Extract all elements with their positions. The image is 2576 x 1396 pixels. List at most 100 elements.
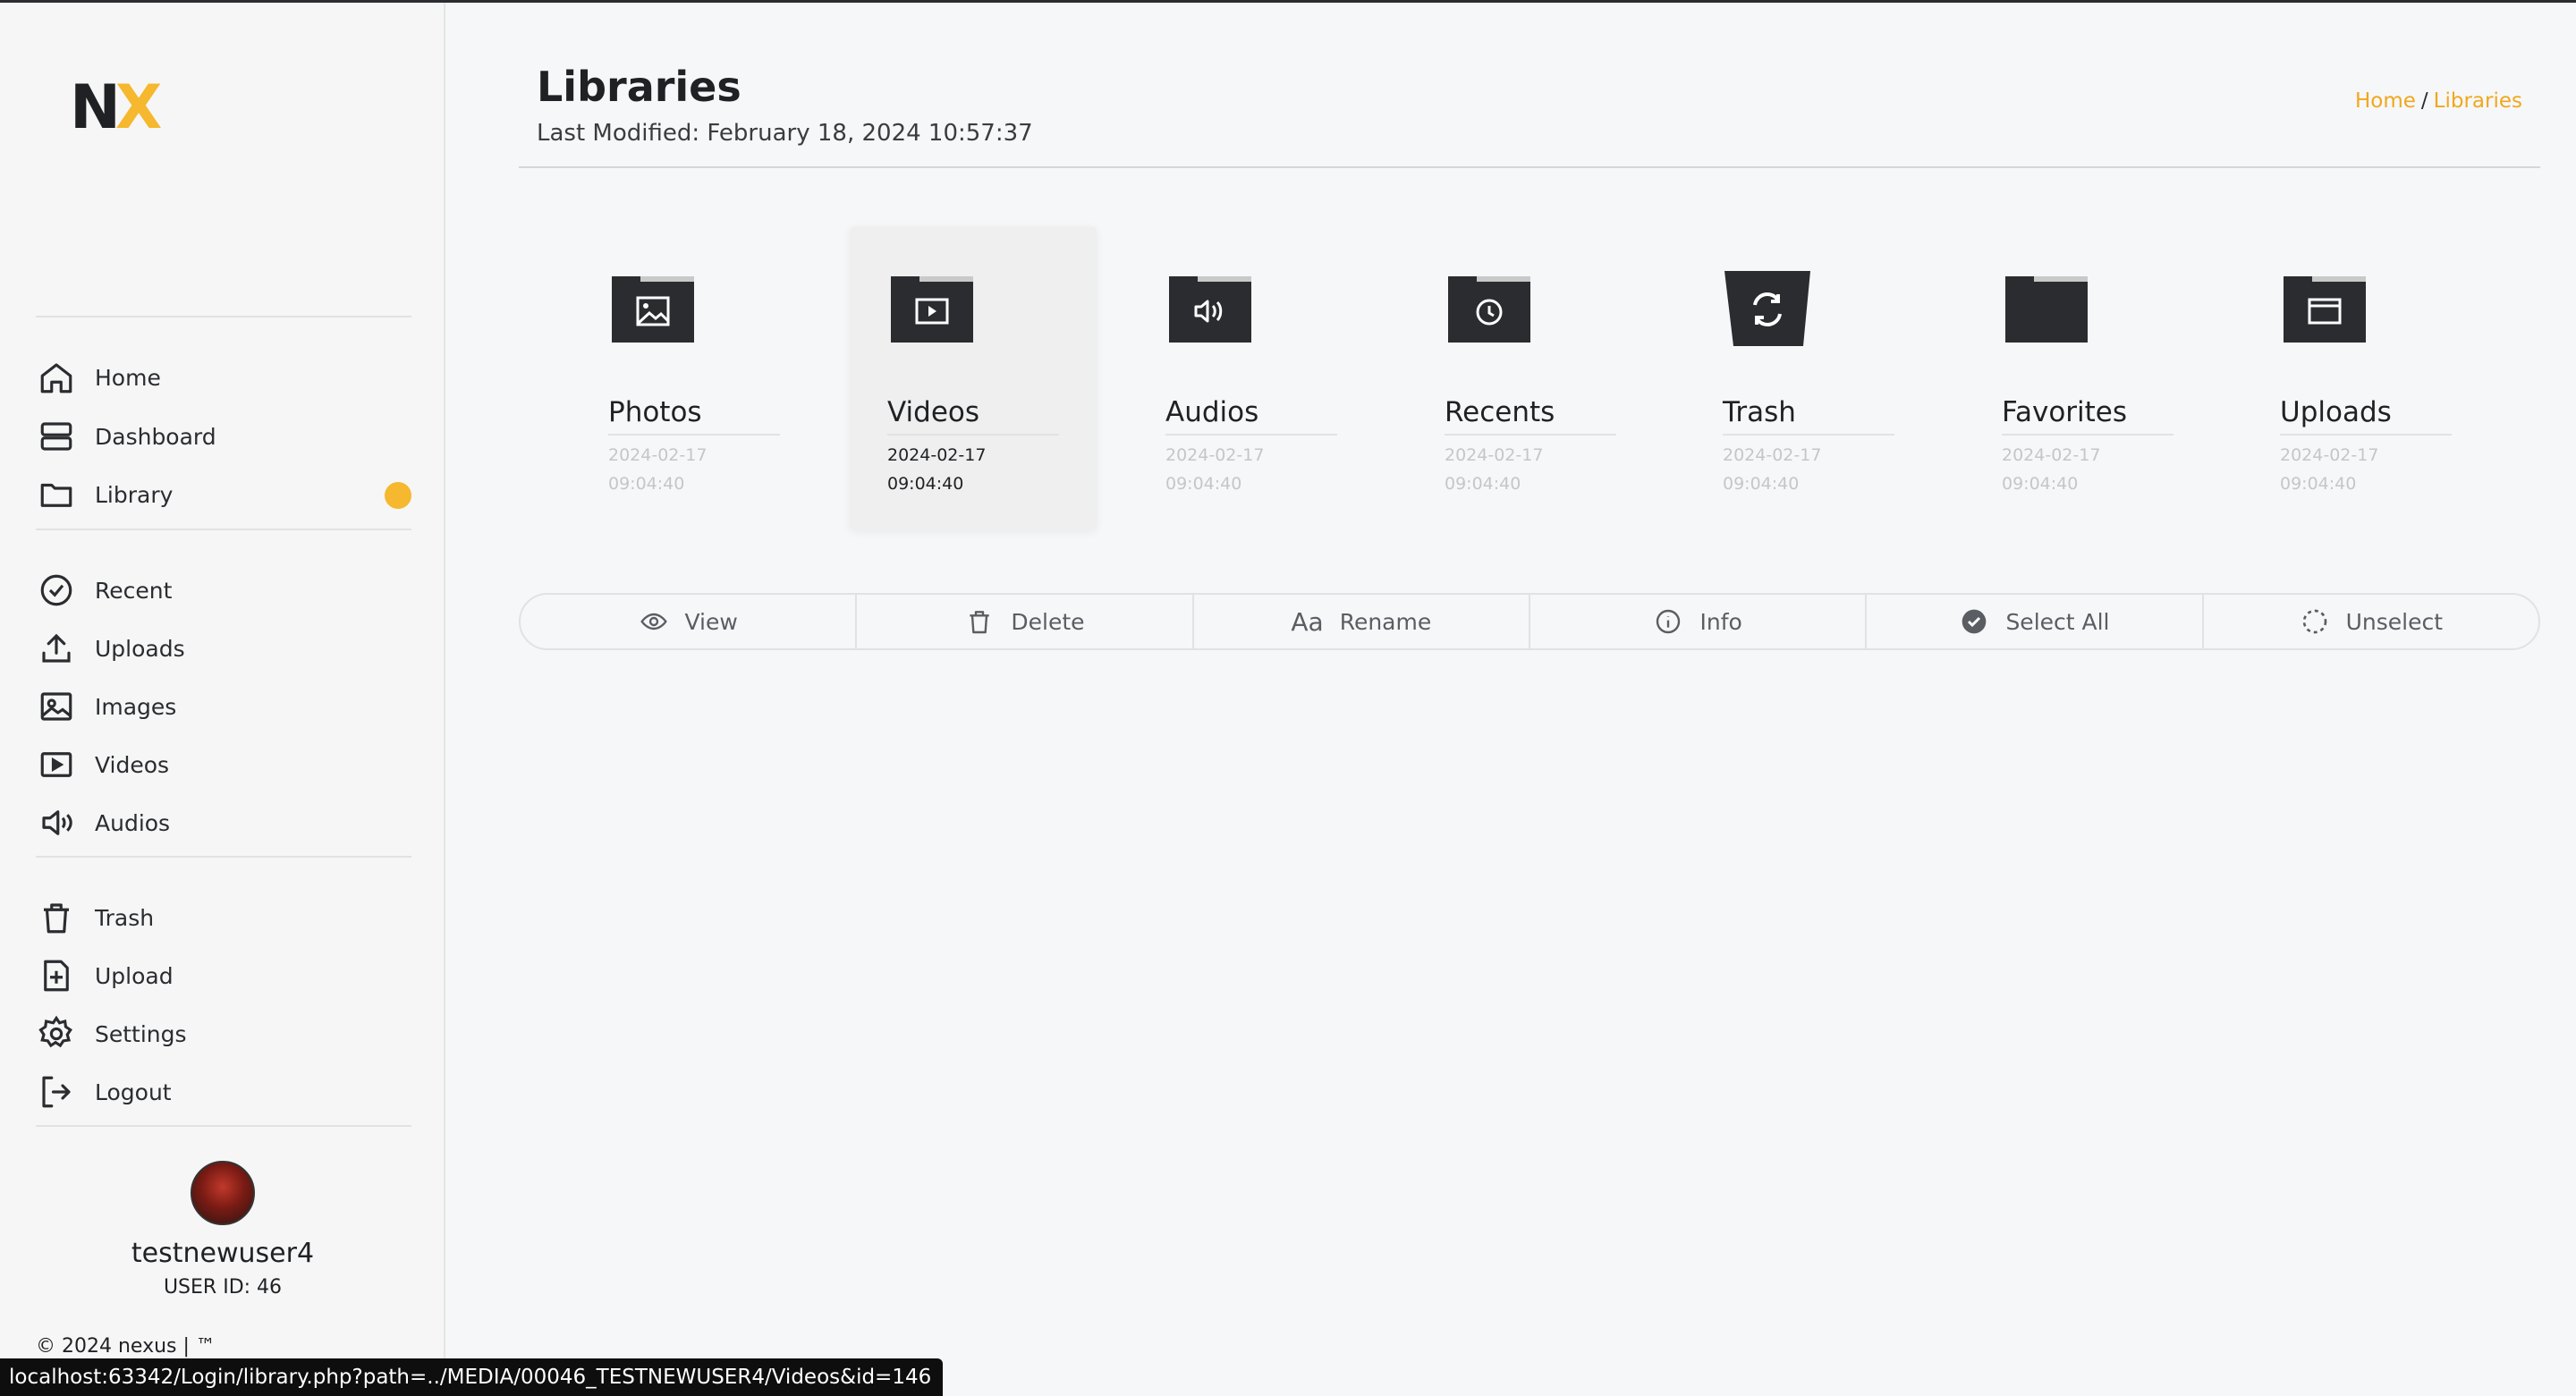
sidebar-item-label: Uploads (95, 635, 185, 662)
library-videos[interactable]: Videos 2024-02-17 09:04:40 (850, 226, 1097, 530)
sidebar-item-library[interactable]: Library (36, 470, 411, 520)
sidebar-item-label: Settings (95, 1020, 187, 1047)
sidebar-item-label: Trash (95, 904, 155, 931)
library-date: 2024-02-17 09:04:40 (1723, 445, 1822, 494)
sidebar-item-label: Recent (95, 577, 173, 604)
file-plus-icon (36, 955, 77, 996)
home-icon (36, 357, 77, 398)
image-icon (36, 686, 77, 727)
sidebar-item-uploads[interactable]: Uploads (36, 623, 411, 673)
breadcrumb-libraries[interactable]: Libraries (2434, 89, 2522, 113)
sidebar-item-label: Home (95, 364, 161, 391)
username: testnewuser4 (131, 1238, 315, 1269)
library-divider (2280, 434, 2452, 436)
folder-icon (36, 474, 77, 515)
text-icon: Aa (1291, 606, 1324, 637)
library-name: Photos (608, 396, 702, 428)
copyright: © 2024 nexus | ™ (36, 1335, 216, 1358)
logo[interactable]: NX (70, 72, 162, 143)
action-toolbar: View Delete Aa Rename Info Select All Un… (519, 593, 2540, 650)
sidebar-divider (36, 529, 411, 530)
check-circle-filled-icon (1959, 606, 1989, 637)
eye-icon (639, 606, 669, 637)
speaker-icon (36, 802, 77, 843)
breadcrumb: Home / Libraries (2355, 89, 2522, 113)
library-divider (1723, 434, 1894, 436)
avatar[interactable] (191, 1161, 255, 1225)
dashed-circle-icon (2300, 606, 2330, 637)
page-title: Libraries (537, 63, 741, 111)
info-button[interactable]: Info (1530, 595, 1868, 648)
sidebar-item-images[interactable]: Images (36, 681, 411, 732)
sidebar-item-label: Logout (95, 1079, 172, 1105)
library-name: Trash (1723, 396, 1796, 428)
video-icon (36, 744, 77, 785)
sidebar: NX Home Dashboard Library Recent Uploads (0, 3, 445, 1396)
library-date: 2024-02-17 09:04:40 (887, 445, 987, 494)
trash-icon (36, 897, 77, 938)
gear-icon (36, 1013, 77, 1054)
sidebar-divider (36, 316, 411, 317)
user-profile: testnewuser4 USER ID: 46 (0, 1161, 445, 1299)
info-icon (1653, 606, 1683, 637)
library-date: 2024-02-17 09:04:40 (2280, 445, 2379, 494)
link-preview-statusbar: localhost:63342/Login/library.php?path=.… (0, 1358, 943, 1396)
breadcrumb-home[interactable]: Home (2355, 89, 2416, 113)
library-favorites[interactable]: Favorites 2024-02-17 09:04:40 (1964, 226, 2211, 530)
library-photos[interactable]: Photos 2024-02-17 09:04:40 (571, 226, 818, 530)
user-id: USER ID: 46 (163, 1276, 283, 1299)
sidebar-item-home[interactable]: Home (36, 352, 411, 402)
unselect-button[interactable]: Unselect (2204, 595, 2538, 648)
library-recents[interactable]: Recents 2024-02-17 09:04:40 (1407, 226, 1654, 530)
library-trash[interactable]: Trash 2024-02-17 09:04:40 (1685, 226, 1932, 530)
recents-folder-icon (1448, 276, 1530, 343)
library-date: 2024-02-17 09:04:40 (608, 445, 708, 494)
sidebar-item-recent[interactable]: Recent (36, 565, 411, 615)
photos-folder-icon (612, 276, 694, 343)
library-name: Videos (887, 396, 980, 428)
library-uploads[interactable]: Uploads 2024-02-17 09:04:40 (2242, 226, 2489, 530)
sidebar-item-label: Audios (95, 809, 171, 836)
rename-button[interactable]: Aa Rename (1194, 595, 1530, 648)
library-date: 2024-02-17 09:04:40 (2002, 445, 2101, 494)
uploads-folder-icon (2284, 276, 2366, 343)
sidebar-divider (36, 856, 411, 858)
library-name: Favorites (2002, 396, 2128, 428)
library-divider (1165, 434, 1337, 436)
sidebar-item-upload[interactable]: Upload (36, 951, 411, 1001)
upload-icon (36, 628, 77, 669)
sidebar-divider (36, 1125, 411, 1127)
sidebar-item-label: Images (95, 693, 177, 720)
sidebar-item-videos[interactable]: Videos (36, 740, 411, 790)
notification-dot (385, 482, 411, 509)
sidebar-item-settings[interactable]: Settings (36, 1009, 411, 1059)
dashboard-icon (36, 416, 77, 457)
sidebar-item-trash[interactable]: Trash (36, 893, 411, 943)
videos-folder-icon (891, 276, 973, 343)
audios-folder-icon (1169, 276, 1251, 343)
delete-button[interactable]: Delete (857, 595, 1194, 648)
select-all-button[interactable]: Select All (1867, 595, 2204, 648)
sidebar-item-audios[interactable]: Audios (36, 798, 411, 848)
view-button[interactable]: View (521, 595, 858, 648)
library-divider (1445, 434, 1616, 436)
library-divider (887, 434, 1059, 436)
last-modified: Last Modified: February 18, 2024 10:57:3… (537, 120, 1033, 147)
sidebar-item-dashboard[interactable]: Dashboard (36, 411, 411, 461)
library-name: Recents (1445, 396, 1555, 428)
sidebar-item-label: Library (95, 481, 174, 508)
breadcrumb-separator: / (2420, 89, 2428, 113)
header-divider (519, 166, 2540, 168)
library-name: Audios (1165, 396, 1259, 428)
library-audios[interactable]: Audios 2024-02-17 09:04:40 (1128, 226, 1375, 530)
sidebar-item-logout[interactable]: Logout (36, 1067, 411, 1117)
library-date: 2024-02-17 09:04:40 (1445, 445, 1544, 494)
library-divider (608, 434, 780, 436)
check-circle-icon (36, 570, 77, 611)
logout-icon (36, 1071, 77, 1113)
library-divider (2002, 434, 2174, 436)
sidebar-item-label: Videos (95, 751, 170, 778)
favorites-folder-icon (2005, 276, 2088, 343)
sidebar-item-label: Dashboard (95, 423, 216, 450)
library-name: Uploads (2280, 396, 2392, 428)
